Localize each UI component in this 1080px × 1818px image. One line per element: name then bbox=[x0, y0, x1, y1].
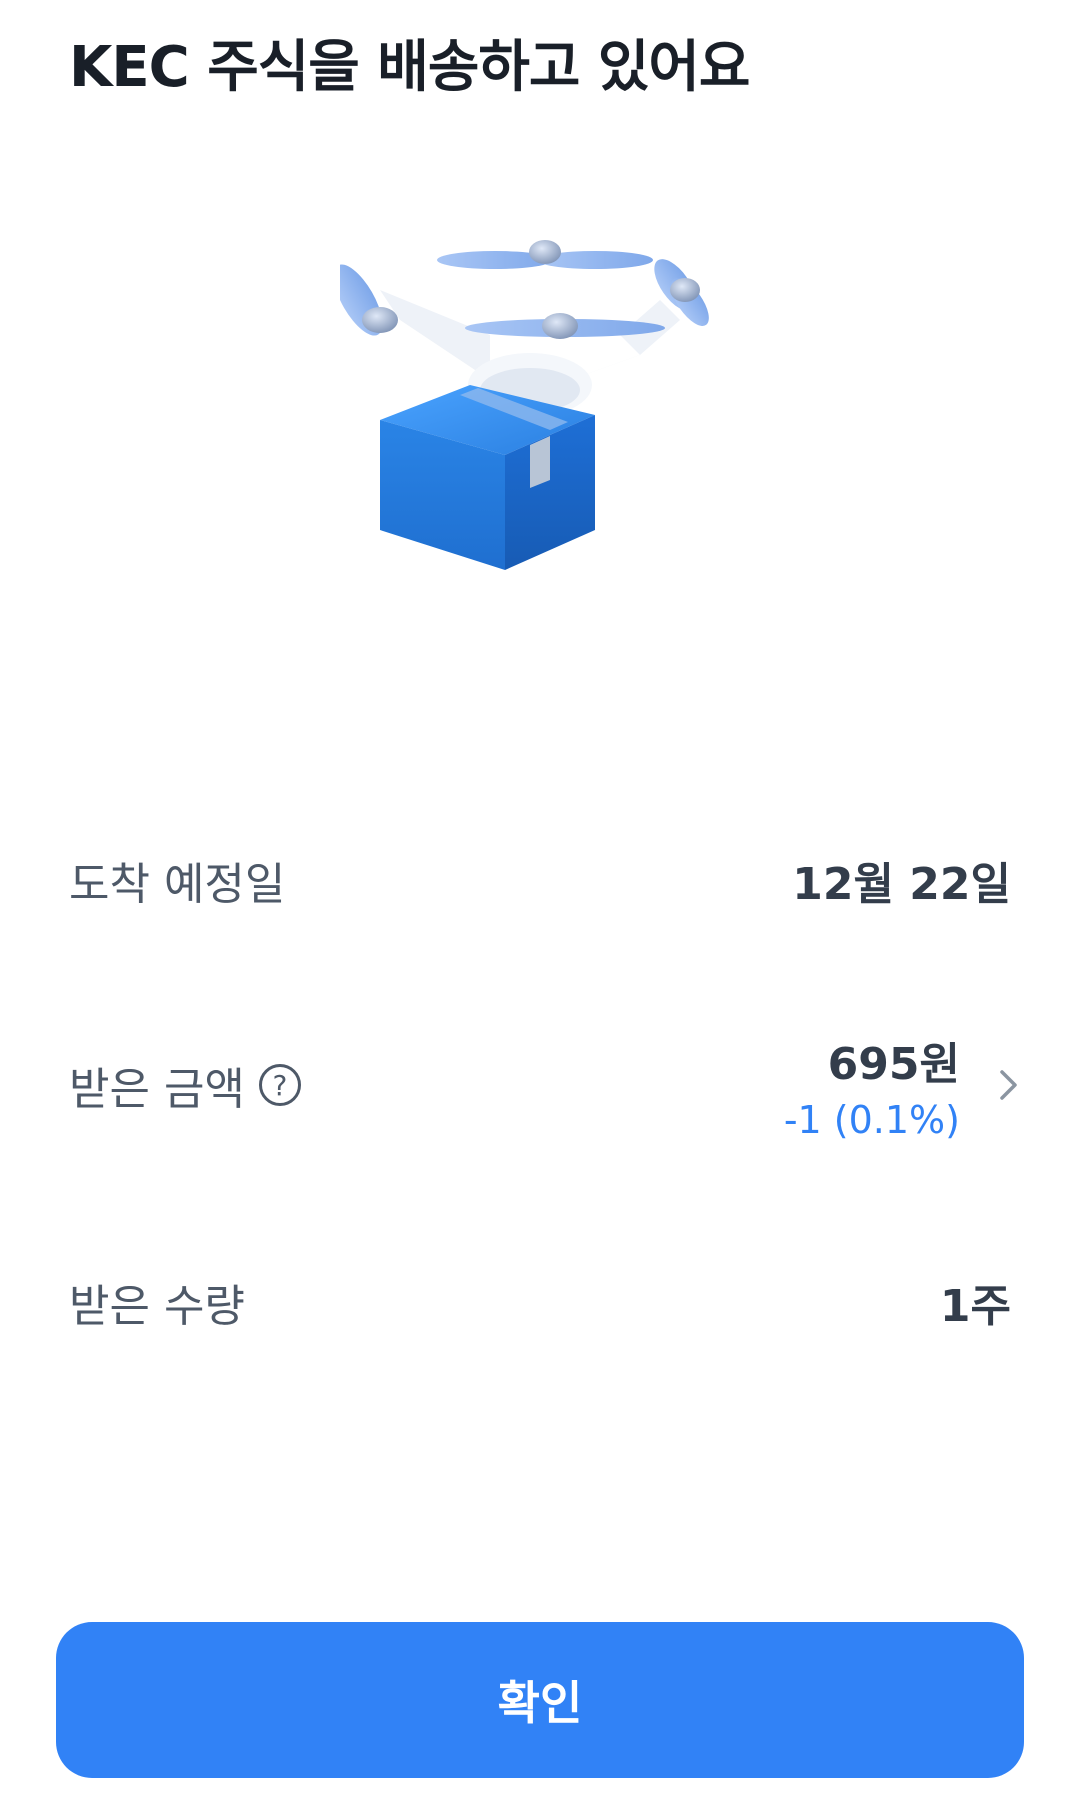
received-quantity-value: 1주 bbox=[939, 1281, 1011, 1332]
received-amount-value-group: 695원 -1 (0.1%) bbox=[784, 1028, 1020, 1142]
arrival-date-row: 도착 예정일 12월 22일 bbox=[69, 848, 1011, 912]
page-title: KEC 주식을 배송하고 있어요 bbox=[69, 35, 750, 100]
received-amount-label-group: 받은 금액 ? bbox=[69, 1053, 301, 1117]
arrival-date-value: 12월 22일 bbox=[792, 859, 1011, 910]
chevron-right-icon[interactable] bbox=[998, 1068, 1020, 1102]
help-icon[interactable]: ? bbox=[258, 1064, 301, 1106]
received-quantity-row: 받은 수량 1주 bbox=[69, 1270, 1011, 1334]
received-amount-value: 695원 bbox=[827, 1039, 960, 1090]
received-quantity-label: 받은 수량 bbox=[69, 1281, 245, 1332]
arrival-date-label: 도착 예정일 bbox=[69, 859, 286, 910]
amount-change-value: -1 (0.1%) bbox=[783, 1098, 960, 1142]
drone-delivering-box-icon bbox=[340, 240, 709, 570]
received-amount-row[interactable]: 받은 금액 ? 695원 -1 (0.1%) bbox=[69, 1028, 1020, 1142]
received-amount-label: 받은 금액 bbox=[69, 1064, 245, 1115]
confirm-button[interactable]: 확인 bbox=[56, 1622, 1024, 1778]
received-amount-values: 695원 -1 (0.1%) bbox=[784, 1028, 960, 1142]
